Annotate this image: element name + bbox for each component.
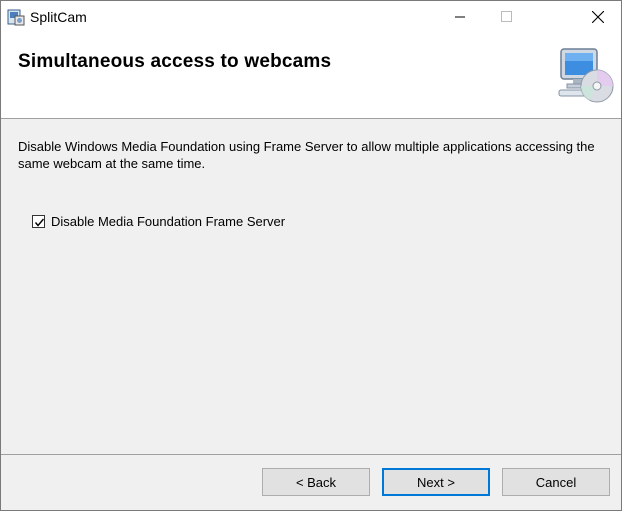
wizard-header: Simultaneous access to webcams bbox=[1, 32, 621, 119]
frame-server-checkbox-row[interactable]: Disable Media Foundation Frame Server bbox=[32, 214, 285, 229]
close-button[interactable] bbox=[575, 1, 621, 32]
checkmark-icon bbox=[34, 218, 45, 227]
back-button[interactable]: < Back bbox=[262, 468, 370, 496]
footer-divider bbox=[1, 454, 621, 455]
installer-window: SplitCam Simultaneous access to webcams bbox=[0, 0, 622, 511]
page-title: Simultaneous access to webcams bbox=[18, 51, 332, 72]
window-title: SplitCam bbox=[30, 9, 87, 25]
frame-server-checkbox[interactable] bbox=[32, 215, 45, 228]
maximize-button[interactable] bbox=[483, 1, 529, 32]
minimize-button[interactable] bbox=[437, 1, 483, 32]
cancel-button[interactable]: Cancel bbox=[502, 468, 610, 496]
app-icon bbox=[6, 7, 26, 27]
computer-cd-icon bbox=[553, 46, 617, 106]
close-icon bbox=[592, 10, 604, 23]
minimize-icon bbox=[455, 16, 465, 17]
next-button[interactable]: Next > bbox=[382, 468, 490, 496]
description-text: Disable Windows Media Foundation using F… bbox=[18, 139, 595, 171]
frame-server-checkbox-label[interactable]: Disable Media Foundation Frame Server bbox=[51, 214, 285, 229]
title-bar: SplitCam bbox=[1, 1, 621, 32]
maximize-icon bbox=[500, 11, 512, 22]
